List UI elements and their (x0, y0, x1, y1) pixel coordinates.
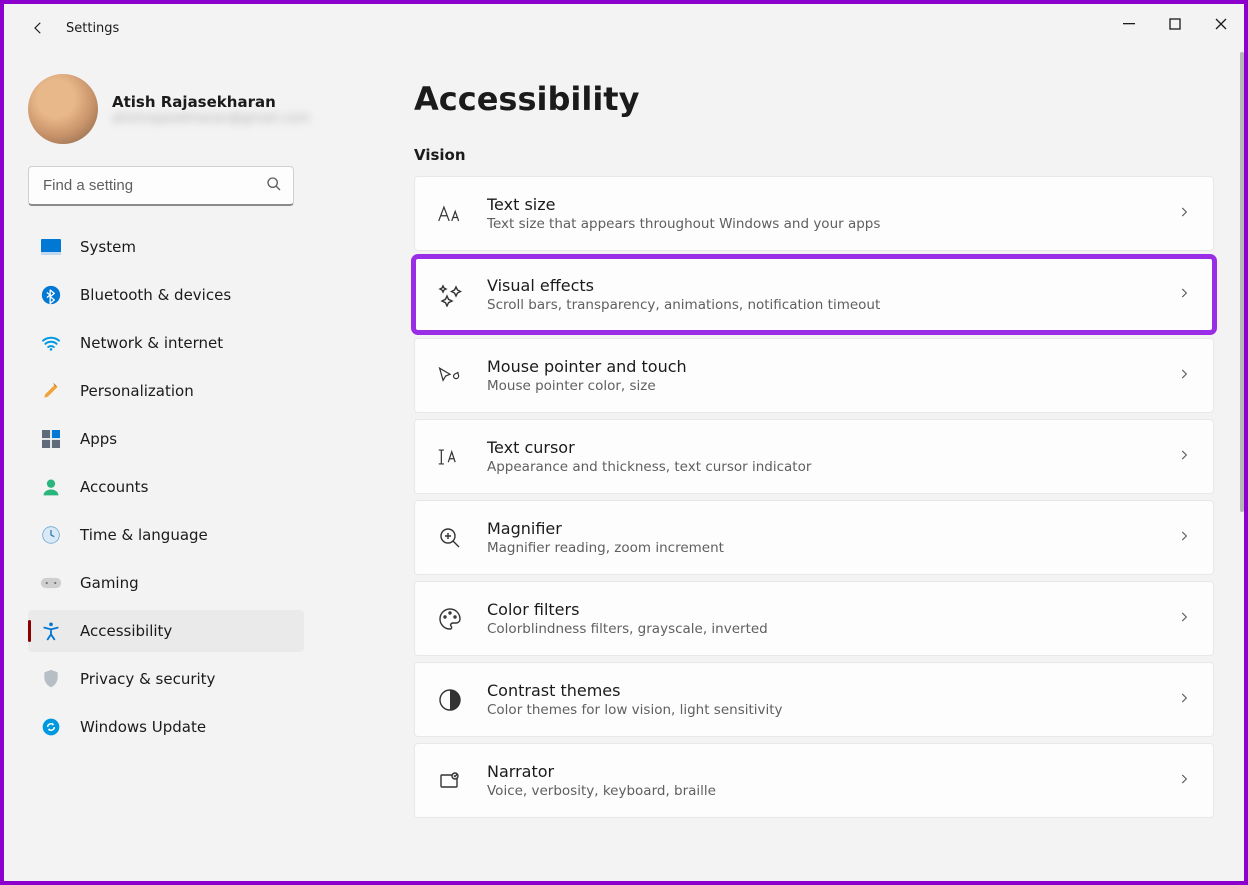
nav-label: Personalization (80, 382, 194, 400)
nav-item-accessibility[interactable]: Accessibility (28, 610, 304, 652)
bluetooth-icon (40, 284, 62, 306)
nav-label: Accounts (80, 478, 148, 496)
chevron-right-icon (1177, 772, 1191, 790)
card-contrast-themes[interactable]: Contrast themes Color themes for low vis… (414, 662, 1214, 737)
close-icon (1215, 18, 1227, 30)
main-content: Accessibility Vision Text size Text size… (314, 52, 1244, 881)
card-subtitle: Voice, verbosity, keyboard, braille (487, 783, 1153, 799)
text-cursor-icon (437, 444, 463, 470)
chevron-right-icon (1177, 610, 1191, 628)
sidebar: Atish Rajasekharan atishrajasekharan@gma… (4, 52, 314, 881)
card-title: Mouse pointer and touch (487, 357, 1153, 376)
nav-label: Network & internet (80, 334, 223, 352)
card-title: Text size (487, 195, 1153, 214)
maximize-button[interactable] (1152, 4, 1198, 44)
maximize-icon (1169, 18, 1181, 30)
close-button[interactable] (1198, 4, 1244, 44)
card-title: Magnifier (487, 519, 1153, 538)
chevron-right-icon (1177, 691, 1191, 709)
nav-label: Apps (80, 430, 117, 448)
minimize-icon (1123, 18, 1135, 30)
card-title: Text cursor (487, 438, 1153, 457)
apps-icon (40, 428, 62, 450)
titlebar: Settings (4, 4, 1244, 52)
card-mouse-pointer[interactable]: Mouse pointer and touch Mouse pointer co… (414, 338, 1214, 413)
nav-label: Gaming (80, 574, 139, 592)
color-filters-icon (437, 606, 463, 632)
card-magnifier[interactable]: Magnifier Magnifier reading, zoom increm… (414, 500, 1214, 575)
chevron-right-icon (1177, 367, 1191, 385)
visual-effects-icon (437, 282, 463, 308)
mouse-pointer-icon (437, 363, 463, 389)
contrast-icon (437, 687, 463, 713)
nav-item-personalization[interactable]: Personalization (28, 370, 304, 412)
clock-globe-icon (40, 524, 62, 546)
nav-item-network[interactable]: Network & internet (28, 322, 304, 364)
nav-item-gaming[interactable]: Gaming (28, 562, 304, 604)
paintbrush-icon (40, 380, 62, 402)
nav-label: Privacy & security (80, 670, 215, 688)
card-narrator[interactable]: Narrator Voice, verbosity, keyboard, bra… (414, 743, 1214, 818)
card-subtitle: Appearance and thickness, text cursor in… (487, 459, 1153, 475)
user-name: Atish Rajasekharan (112, 93, 310, 111)
nav-label: Bluetooth & devices (80, 286, 231, 304)
card-title: Color filters (487, 600, 1153, 619)
nav-item-time-language[interactable]: Time & language (28, 514, 304, 556)
nav-item-privacy[interactable]: Privacy & security (28, 658, 304, 700)
accessibility-icon (40, 620, 62, 642)
card-subtitle: Colorblindness filters, grayscale, inver… (487, 621, 1153, 637)
nav-item-accounts[interactable]: Accounts (28, 466, 304, 508)
card-title: Narrator (487, 762, 1153, 781)
scrollbar[interactable] (1240, 52, 1244, 512)
nav-label: Accessibility (80, 622, 172, 640)
card-color-filters[interactable]: Color filters Colorblindness filters, gr… (414, 581, 1214, 656)
nav-label: Windows Update (80, 718, 206, 736)
card-visual-effects[interactable]: Visual effects Scroll bars, transparency… (414, 257, 1214, 332)
card-subtitle: Magnifier reading, zoom increment (487, 540, 1153, 556)
user-block[interactable]: Atish Rajasekharan atishrajasekharan@gma… (28, 74, 314, 144)
magnifier-icon (437, 525, 463, 551)
accounts-icon (40, 476, 62, 498)
page-title: Accessibility (414, 80, 1214, 118)
card-text-size[interactable]: Text size Text size that appears through… (414, 176, 1214, 251)
section-heading: Vision (414, 146, 1214, 164)
card-subtitle: Text size that appears throughout Window… (487, 216, 1153, 232)
card-title: Visual effects (487, 276, 1153, 295)
card-text-cursor[interactable]: Text cursor Appearance and thickness, te… (414, 419, 1214, 494)
system-icon (40, 236, 62, 258)
card-subtitle: Color themes for low vision, light sensi… (487, 702, 1153, 718)
narrator-icon (437, 768, 463, 794)
back-button[interactable] (18, 8, 58, 48)
nav-label: System (80, 238, 136, 256)
nav-item-bluetooth[interactable]: Bluetooth & devices (28, 274, 304, 316)
wifi-icon (40, 332, 62, 354)
minimize-button[interactable] (1106, 4, 1152, 44)
shield-icon (40, 668, 62, 690)
nav-list: System Bluetooth & devices Network & int… (28, 226, 314, 748)
avatar (28, 74, 98, 144)
gaming-icon (40, 572, 62, 594)
arrow-left-icon (29, 19, 47, 37)
card-title: Contrast themes (487, 681, 1153, 700)
search-input[interactable] (28, 166, 294, 206)
chevron-right-icon (1177, 448, 1191, 466)
text-size-icon (437, 201, 463, 227)
app-title: Settings (66, 21, 119, 36)
update-icon (40, 716, 62, 738)
nav-item-apps[interactable]: Apps (28, 418, 304, 460)
nav-item-windows-update[interactable]: Windows Update (28, 706, 304, 748)
nav-label: Time & language (80, 526, 208, 544)
chevron-right-icon (1177, 529, 1191, 547)
card-subtitle: Scroll bars, transparency, animations, n… (487, 297, 1153, 313)
chevron-right-icon (1177, 205, 1191, 223)
card-subtitle: Mouse pointer color, size (487, 378, 1153, 394)
nav-item-system[interactable]: System (28, 226, 304, 268)
user-email: atishrajasekharan@gmail.com (112, 111, 310, 126)
chevron-right-icon (1177, 286, 1191, 304)
